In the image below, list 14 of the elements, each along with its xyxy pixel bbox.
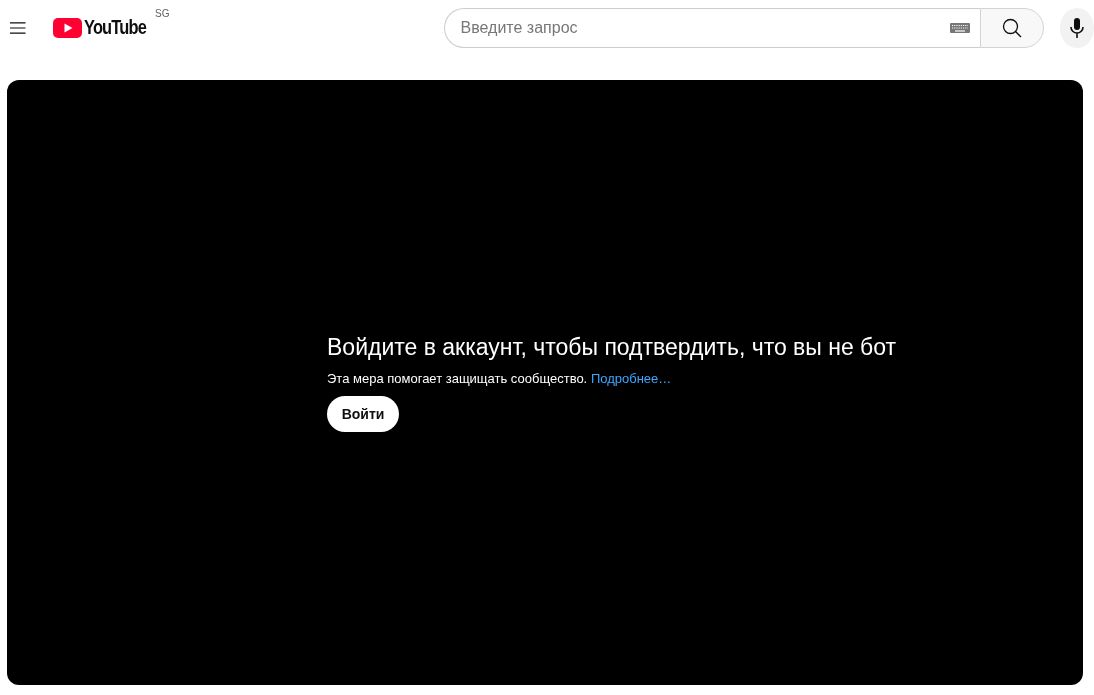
info-text: Эта мера помогает защищать сообщество. Подробнее… <box>327 370 673 386</box>
search-button[interactable] <box>979 8 1044 48</box>
keyboard-icon[interactable] <box>949 23 970 33</box>
search-icon <box>1001 18 1022 38</box>
logo-wordmark[interactable]: YouTube <box>83 16 146 39</box>
voice-search-button[interactable] <box>1059 8 1094 48</box>
sign-in-button[interactable]: Войти <box>327 395 399 432</box>
sign-in-heading: Войдите в аккаунт, чтобы подтвердить, что вы не бот <box>327 333 898 361</box>
play-logo-icon[interactable] <box>52 17 82 38</box>
learn-more-link[interactable]: Подробнее… <box>590 370 672 386</box>
menu-icon[interactable] <box>10 21 26 35</box>
region-code: SG <box>155 8 170 19</box>
microphone-icon <box>1069 17 1084 39</box>
search-field[interactable]: Введите запрос <box>443 8 980 48</box>
